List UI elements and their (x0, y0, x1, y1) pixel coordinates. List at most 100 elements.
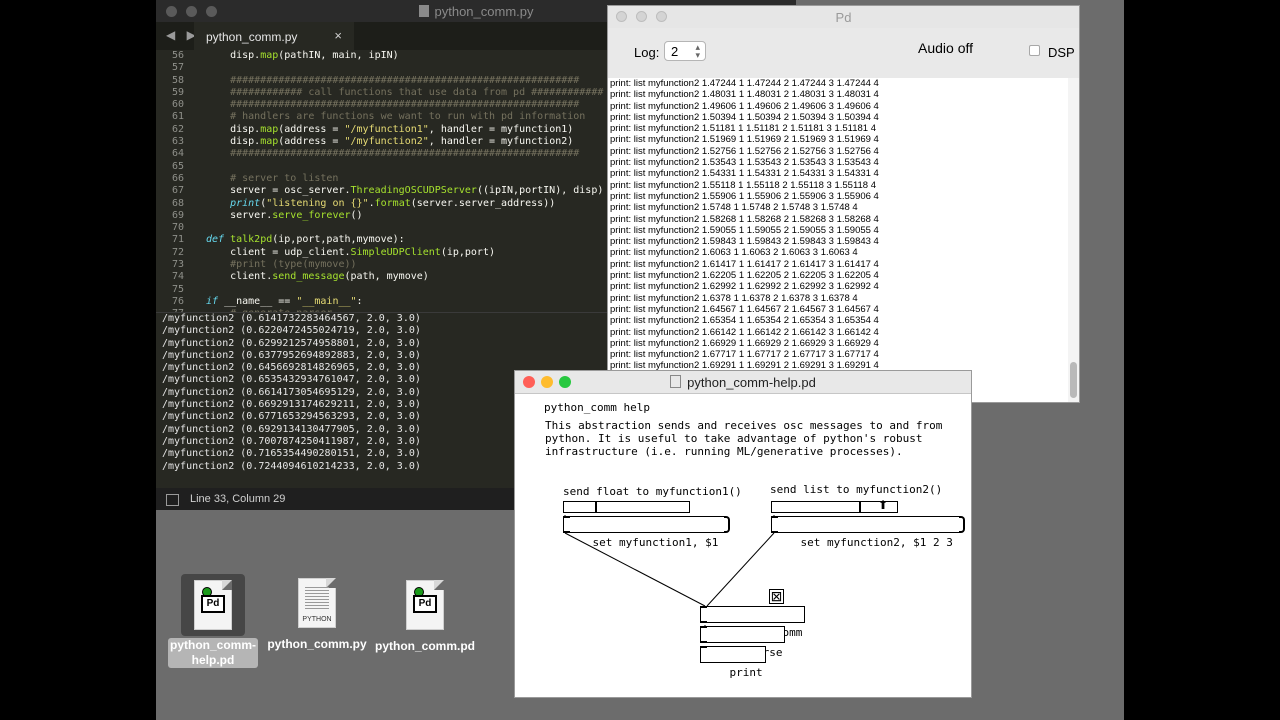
code-text: ########################################… (206, 74, 580, 86)
message-box-myfunction2[interactable]: set myfunction2, $1 2 3 (771, 516, 965, 549)
code-text: # server to listen (206, 172, 339, 184)
object-oscparse[interactable]: oscparse (700, 626, 786, 659)
log-line: print: list myfunction2 1.64567 1 1.6456… (610, 303, 879, 315)
log-line: print: list myfunction2 1.66142 1 1.6614… (610, 326, 879, 338)
help-desc-line2: python. It is useful to take advantage o… (545, 432, 923, 445)
log-level-select[interactable]: 2 ▴ ▾ (664, 41, 706, 61)
log-line: print: list myfunction2 1.54331 1 1.5433… (610, 168, 879, 180)
code-text: if __name__ == "__main__": (206, 295, 363, 307)
panel-toggle-icon[interactable] (166, 494, 179, 506)
log-line: print: list myfunction2 1.47244 1 1.4724… (610, 78, 879, 89)
line-number: 63 (171, 136, 184, 148)
object-python-comm[interactable]: python_comm (700, 606, 806, 639)
desktop-icon-python-comm-py[interactable]: PYTHON python_comm.py (262, 578, 372, 651)
audio-status: Audio off (918, 40, 974, 56)
help-heading: python_comm help (544, 401, 650, 414)
pd-console-log[interactable]: print: list myfunction2 1.47244 1 1.4724… (608, 78, 1068, 402)
log-line: print: list myfunction2 1.51969 1 1.5196… (610, 134, 879, 146)
desktop-icon-python-comm-help[interactable]: Pd python_comm- help.pd (158, 580, 268, 668)
tab-close-icon[interactable]: × (334, 28, 342, 43)
log-line: print: list myfunction2 1.61417 1 1.6141… (610, 258, 879, 270)
list-number-box[interactable]: ⬆ (771, 499, 898, 513)
code-text: print("listening on {}".format(server.se… (230, 197, 556, 209)
pd-titlebar: Pd (608, 6, 1079, 29)
object-print[interactable]: print (700, 646, 766, 679)
help-desc-line3: infrastructure (i.e. running ML/generati… (545, 445, 903, 458)
help-patch-window: python_comm-help.pd python_comm help Thi… (514, 370, 972, 698)
dsp-checkbox[interactable] (1029, 45, 1040, 56)
code-text: server.serve_forever() (206, 209, 363, 221)
line-number: 68 (171, 197, 184, 209)
tab-python-comm[interactable]: python_comm.py × (194, 22, 354, 50)
log-line: print: list myfunction2 1.6378 1 1.6378 … (610, 292, 858, 304)
log-line: print: list myfunction2 1.50394 1 1.5039… (610, 111, 879, 123)
log-line: print: list myfunction2 1.67717 1 1.6771… (610, 349, 879, 361)
message-box-myfunction1[interactable]: set myfunction1, $1 (563, 516, 731, 549)
line-number: 56 (171, 50, 184, 61)
pd-scrollbar[interactable] (1068, 78, 1079, 402)
log-line: print: list myfunction2 1.65354 1 1.6535… (610, 315, 879, 327)
desktop-icon-python-comm-pd[interactable]: Pd python_comm.pd (370, 580, 480, 653)
line-number: 64 (171, 148, 184, 160)
line-number: 57 (171, 62, 184, 74)
log-line: print: list myfunction2 1.51181 1 1.5118… (610, 123, 877, 135)
log-line: print: list myfunction2 1.53543 1 1.5354… (610, 157, 879, 169)
stepper-icon: ▴ ▾ (695, 42, 700, 60)
code-text: ########################################… (206, 148, 580, 160)
file-icon (418, 5, 429, 17)
icon-label: python_comm.pd (374, 639, 475, 653)
line-number: 71 (171, 234, 184, 246)
line-number: 76 (171, 295, 184, 307)
help-desc-line1: This abstraction sends and receives osc … (545, 419, 943, 432)
cursor-position: Line 33, Column 29 (190, 493, 286, 505)
pd-toolbar: Log: 2 ▴ ▾ Audio off DSP (608, 28, 1079, 79)
tab-label: python_comm.py (206, 30, 298, 44)
line-number: 73 (171, 259, 184, 271)
pd-window: Pd Log: 2 ▴ ▾ Audio off DSP print: list m… (607, 5, 1080, 403)
line-number: 75 (171, 283, 184, 295)
log-line: print: list myfunction2 1.66929 1 1.6692… (610, 337, 879, 349)
code-text: server = osc_server.ThreadingOSCUDPServe… (206, 185, 604, 197)
log-line: print: list myfunction2 1.48031 1 1.4803… (610, 89, 879, 101)
line-number: 61 (171, 111, 184, 123)
code-text: #print (type(mymove)) (206, 259, 357, 271)
scroll-thumb[interactable] (1070, 362, 1077, 398)
float-number-box[interactable] (563, 501, 690, 513)
line-number: 62 (171, 123, 184, 135)
python-file-icon: PYTHON (298, 578, 336, 628)
log-line: print: list myfunction2 1.55118 1 1.5511… (610, 179, 877, 191)
code-text: ############ call functions that use dat… (206, 86, 604, 98)
log-line: print: list myfunction2 1.52756 1 1.5275… (610, 145, 879, 157)
line-number: 67 (171, 185, 184, 197)
line-number: 74 (171, 271, 184, 283)
line-number: 59 (171, 86, 184, 98)
help-title: python_comm-help.pd (515, 375, 971, 390)
code-text: disp.map(address = "/myfunction2", handl… (206, 136, 574, 148)
dsp-label: DSP (1048, 45, 1075, 60)
log-line: print: list myfunction2 1.55906 1 1.5590… (610, 190, 879, 202)
log-line: print: list myfunction2 1.59843 1 1.5984… (610, 236, 879, 248)
log-line: print: list myfunction2 1.6063 1 1.6063 … (610, 247, 858, 259)
line-number: 66 (171, 172, 184, 184)
code-text: client.send_message(path, mymove) (206, 271, 429, 283)
toggle-box[interactable]: ⊠ (769, 589, 784, 604)
icon-label: python_comm- help.pd (168, 638, 258, 668)
line-number: 65 (171, 160, 184, 172)
line-number: 60 (171, 99, 184, 111)
log-line: print: list myfunction2 1.49606 1 1.4960… (610, 100, 879, 112)
log-line: print: list myfunction2 1.5748 1 1.5748 … (610, 202, 858, 214)
log-line: print: list myfunction2 1.62992 1 1.6299… (610, 281, 879, 293)
document-icon (670, 375, 682, 388)
code-text: ########################################… (206, 99, 580, 111)
code-text: disp.map(address = "/myfunction1", handl… (206, 123, 574, 135)
icon-label: python_comm.py (267, 637, 367, 651)
pd-file-icon: Pd (194, 580, 232, 630)
help-titlebar: python_comm-help.pd (515, 371, 971, 394)
label-send-float: send float to myfunction1() (563, 485, 742, 498)
line-number: 70 (171, 222, 184, 234)
log-label: Log: (634, 45, 660, 60)
line-number: 58 (171, 74, 184, 86)
line-number: 72 (171, 246, 184, 258)
log-line: print: list myfunction2 1.58268 1 1.5826… (610, 213, 879, 225)
pd-title: Pd (835, 10, 852, 25)
